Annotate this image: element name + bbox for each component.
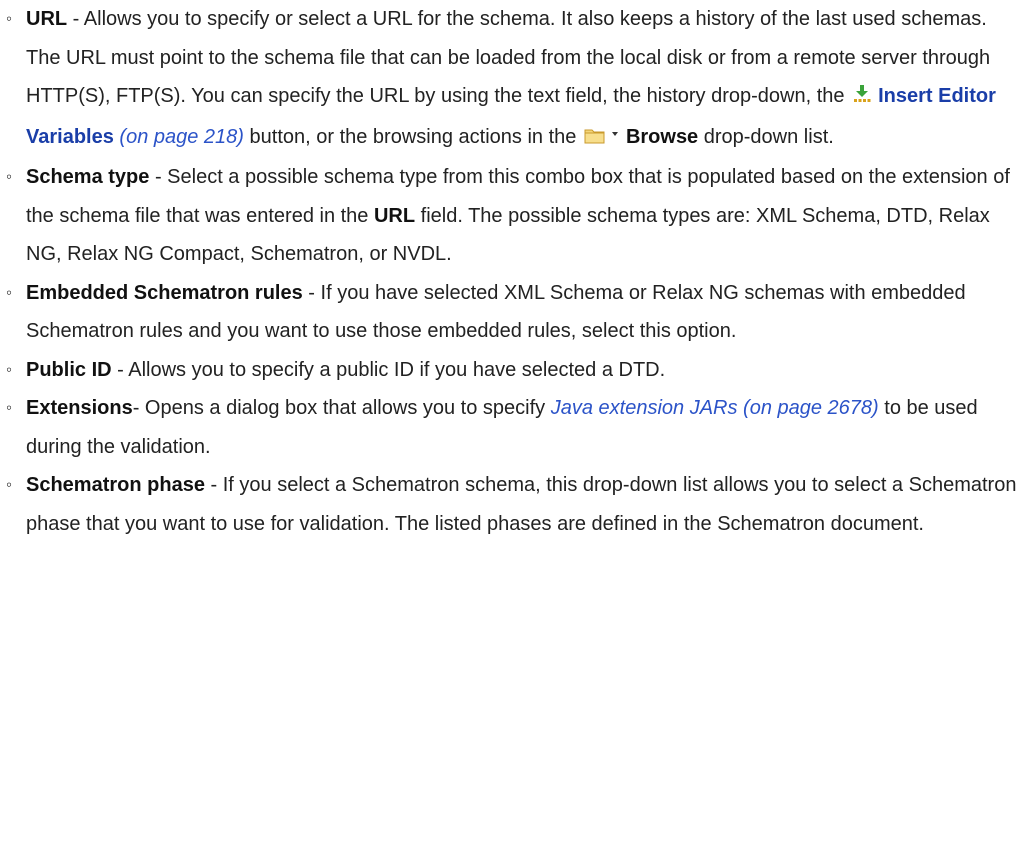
extensions-description: - Opens a dialog box that allows you to … [132, 397, 551, 419]
list-item-schema-type: ◦ Schema type - Select a possible schema… [0, 158, 1017, 274]
url-description-end: drop-down list. [698, 125, 834, 148]
list-item-embedded-schematron: ◦ Embedded Schematron rules - If you hav… [0, 274, 1017, 351]
bullet: ◦ [6, 359, 13, 379]
url-description-cont: button, or the browsing actions in the [243, 125, 582, 148]
bullet: ◦ [6, 9, 13, 28]
list-item-extensions: ◦ Extensions- Opens a dialog box that al… [0, 389, 1017, 466]
list-item-schematron-phase: ◦ Schematron phase - If you select a Sch… [0, 466, 1017, 543]
bullet: ◦ [6, 282, 13, 302]
public-id-description: - Allows you to specify a public ID if y… [111, 358, 666, 381]
url-description: - Allows you to specify or select a URL … [26, 8, 991, 107]
term-schematron-phase: Schematron phase [26, 474, 205, 496]
bullet: ◦ [6, 167, 13, 186]
insert-editor-variables-page-ref[interactable]: (on page 218) [119, 126, 244, 148]
bullet: ◦ [6, 475, 13, 494]
term-url-inline: URL [373, 204, 416, 227]
java-extension-jars-link[interactable]: Java extension JARs (on page 2678) [551, 397, 879, 419]
option-list: ◦ URL - Allows you to specify or select … [0, 0, 1017, 543]
term-public-id: Public ID [26, 358, 112, 381]
term-schema-type: Schema type [26, 166, 150, 188]
browse-label: Browse [625, 125, 699, 148]
list-item-public-id: ◦ Public ID - Allows you to specify a pu… [0, 351, 1017, 390]
bullet: ◦ [6, 398, 13, 417]
term-extensions: Extensions [26, 397, 133, 419]
term-url: URL [26, 8, 68, 30]
document-page: ◦ URL - Allows you to specify or select … [0, 0, 1017, 858]
term-embedded-schematron: Embedded Schematron rules [26, 281, 303, 304]
insert-variables-icon [852, 79, 872, 118]
list-item-url: ◦ URL - Allows you to specify or select … [0, 0, 1017, 158]
folder-dropdown-icon [584, 120, 620, 159]
